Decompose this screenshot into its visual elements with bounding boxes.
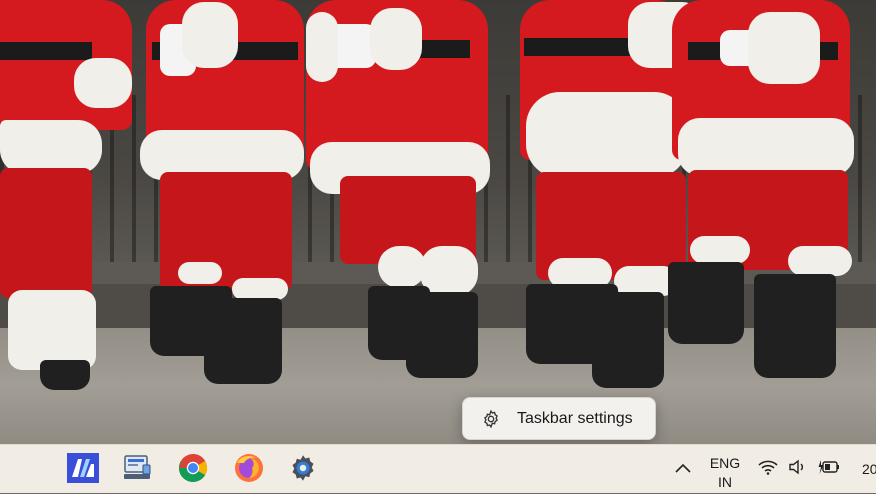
taskbar-context-menu: Taskbar settings [462, 397, 656, 440]
monitor-icon [121, 453, 153, 488]
language-region: IN [718, 474, 732, 490]
taskbar-settings-menu-item[interactable]: Taskbar settings [463, 398, 655, 439]
taskbar-app-firefox[interactable] [232, 453, 266, 487]
chevron-up-icon [674, 461, 692, 479]
gear-icon [288, 453, 318, 488]
chrome-icon [178, 453, 208, 488]
taskbar-app-settings[interactable] [286, 453, 320, 487]
language-code: ENG [709, 455, 741, 471]
taskbar-app-chrome[interactable] [176, 453, 210, 487]
taskbar-app-ma[interactable] [66, 452, 100, 488]
clock-text[interactable]: 20 [862, 461, 876, 477]
desktop-wallpaper [0, 0, 876, 444]
quick-settings-button[interactable] [758, 445, 840, 494]
ma-logo-icon [67, 452, 99, 488]
gear-icon [481, 409, 501, 429]
speaker-icon [788, 459, 808, 480]
show-hidden-icons-button[interactable] [666, 453, 700, 487]
taskbar[interactable]: ENG IN 20 [0, 444, 876, 493]
wifi-icon [758, 459, 778, 480]
language-indicator[interactable]: ENG IN [702, 454, 748, 492]
taskbar-app-computer[interactable] [120, 453, 154, 487]
firefox-icon [234, 453, 264, 488]
battery-charging-icon [818, 459, 840, 480]
menu-item-label: Taskbar settings [517, 409, 633, 427]
